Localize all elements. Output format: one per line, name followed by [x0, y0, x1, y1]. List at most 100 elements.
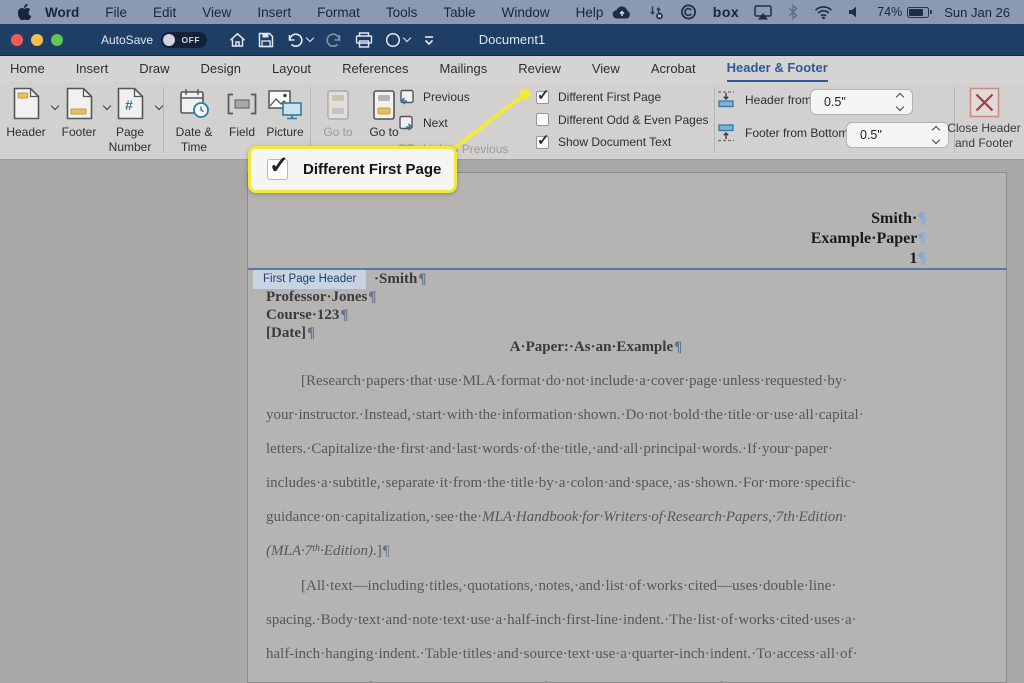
menu-item-view[interactable]: View — [202, 5, 231, 20]
footer-from-bottom-icon — [718, 124, 734, 142]
pilcrow-mark: ¶ — [917, 210, 926, 227]
checkbox-box-different-odd-even-pages[interactable] — [536, 113, 549, 126]
ribbon-tab-references[interactable]: References — [342, 57, 408, 81]
menu-item-file[interactable]: File — [105, 5, 127, 20]
ribbon-tab-header-footer[interactable]: Header & Footer — [726, 56, 828, 82]
footer-from-bottom-field[interactable]: 0.5" — [846, 122, 949, 148]
menu-item-help[interactable]: Help — [576, 5, 604, 20]
checkbox-different-first-page[interactable]: ✓ Different First Page — [536, 87, 662, 106]
header-from-top-decrement[interactable] — [895, 102, 905, 112]
document-text-line: Smith·¶ — [871, 210, 926, 227]
previous-button[interactable]: Previous — [398, 86, 470, 108]
undo-dropdown-chevron[interactable] — [305, 33, 315, 43]
zoom-window-button[interactable] — [51, 33, 63, 46]
pilcrow-mark: ¶ — [917, 250, 926, 267]
footer-from-bottom-decrement[interactable] — [931, 135, 941, 145]
ribbon-tab-view[interactable]: View — [592, 57, 620, 81]
airplay-icon[interactable] — [754, 4, 772, 20]
checkbox-label-different-odd-even-pages: Different Odd & Even Pages — [558, 112, 709, 127]
pilcrow-mark: ¶ — [917, 230, 926, 247]
minimize-window-button[interactable] — [31, 33, 43, 46]
checkbox-box-different-first-page[interactable]: ✓ — [536, 87, 550, 104]
ribbon-header-footer: Header Footer # Page Number Date & Time … — [0, 82, 1024, 160]
document-text-line: Course·123¶ — [266, 307, 349, 323]
menu-item-table[interactable]: Table — [443, 5, 475, 20]
callout-different-first-page: ✓ Different First Page — [248, 146, 457, 193]
header-from-top-field[interactable]: 0.5" — [810, 89, 913, 115]
ribbon-tab-layout[interactable]: Layout — [272, 57, 311, 81]
picture-icon — [267, 90, 302, 120]
page[interactable]: Smith·¶ Example·Paper¶ 1¶ First Page Heade… — [247, 172, 1007, 683]
ribbon-tab-design[interactable]: Design — [201, 57, 241, 81]
print-button[interactable] — [355, 31, 373, 48]
redo-button[interactable] — [325, 32, 343, 48]
pilcrow-mark: ¶ — [418, 271, 427, 287]
document-text-line: guidance·on·capitalization,·see·the·MLA·… — [266, 509, 847, 525]
menu-item-insert[interactable]: Insert — [257, 5, 291, 20]
close-window-button[interactable] — [11, 33, 23, 46]
callout-checkbox: ✓ — [267, 152, 290, 180]
goto-header-button: Go to — [316, 87, 360, 140]
ribbon-tab-insert[interactable]: Insert — [76, 57, 109, 81]
battery-indicator[interactable]: 74% — [877, 5, 933, 19]
pilcrow-mark: ¶ — [674, 339, 683, 355]
checkbox-show-document-text[interactable]: ✓ Show Document Text — [536, 132, 671, 151]
ribbon-tab-draw[interactable]: Draw — [139, 57, 169, 81]
header-from-top-increment[interactable] — [895, 92, 905, 102]
checkbox-box-show-document-text[interactable]: ✓ — [536, 132, 550, 149]
footer-from-bottom-increment[interactable] — [931, 125, 941, 135]
pilcrow-mark: ¶ — [340, 307, 349, 323]
battery-icon — [907, 6, 933, 18]
page-number-button[interactable]: # Page Number — [104, 87, 164, 155]
toolbar-overflow-button[interactable] — [422, 33, 436, 47]
undo-button[interactable] — [286, 32, 315, 48]
apple-menu[interactable] — [18, 4, 31, 20]
date-time-button[interactable]: Date & Time — [168, 87, 220, 155]
header-button[interactable]: Header — [2, 87, 60, 140]
field-button[interactable]: Field — [222, 87, 262, 140]
footer-from-bottom-label: Footer from Bottom: — [745, 125, 852, 140]
adobe-creative-cloud-icon[interactable] — [679, 4, 698, 20]
menu-item-format[interactable]: Format — [317, 5, 360, 20]
cloud-upload-icon[interactable] — [612, 5, 632, 20]
menu-clock[interactable]: Sun Jan 26 — [944, 5, 1010, 20]
menu-item-tools[interactable]: Tools — [386, 5, 418, 20]
pilcrow-mark: ¶ — [368, 289, 377, 305]
first-page-header-tag: First Page Header — [253, 270, 367, 289]
document-text-line: letters.·Capitalize·the·first·and·last·w… — [266, 441, 833, 457]
menu-item-edit[interactable]: Edit — [153, 5, 176, 20]
autosave-toggle[interactable]: OFF — [161, 31, 208, 48]
footer-button[interactable]: Footer — [56, 87, 112, 140]
volume-icon[interactable] — [848, 5, 862, 19]
page-number-dropdown-chevron[interactable] — [154, 101, 164, 111]
previous-icon — [400, 89, 414, 105]
first-page-header-text: Smith·¶ Example·Paper¶ 1¶ — [811, 209, 926, 269]
ribbon-tab-home[interactable]: Home — [10, 57, 45, 81]
format-tool-chevron[interactable] — [402, 33, 412, 43]
battery-percent: 74% — [877, 5, 903, 19]
menu-item-word[interactable]: Word — [45, 5, 79, 20]
close-header-footer-button[interactable]: Close Header and Footer — [946, 87, 1022, 151]
field-icon — [227, 93, 257, 115]
save-button[interactable] — [258, 32, 274, 48]
wifi-icon[interactable] — [814, 5, 833, 19]
page-number-icon: # — [117, 87, 143, 120]
picture-button[interactable]: Picture — [262, 87, 308, 140]
checkbox-different-odd-even-pages[interactable]: Different Odd & Even Pages — [536, 111, 709, 129]
format-tool-button[interactable] — [385, 32, 412, 48]
sync-disabled-icon[interactable] — [647, 4, 664, 20]
document-text-line: [Research·papers·that·use·MLA·format·do·… — [301, 373, 848, 389]
menu-item-window[interactable]: Window — [502, 5, 550, 20]
ribbon-tab-review[interactable]: Review — [518, 57, 561, 81]
close-header-footer-icon — [969, 87, 999, 118]
bluetooth-icon[interactable] — [787, 4, 799, 20]
checkbox-label-different-first-page: Different First Page — [558, 90, 662, 104]
ribbon-tab-mailings[interactable]: Mailings — [440, 57, 488, 81]
box-logo[interactable]: box — [713, 4, 739, 20]
header-icon — [13, 87, 39, 120]
next-button[interactable]: Next — [398, 112, 448, 134]
document-text-line: Professor·Jones¶ — [266, 289, 377, 305]
document-text-line: half-inch·hanging·indent.·Table·titles·a… — [266, 646, 858, 662]
ribbon-tab-acrobat[interactable]: Acrobat — [651, 57, 696, 81]
home-button[interactable] — [229, 32, 246, 48]
